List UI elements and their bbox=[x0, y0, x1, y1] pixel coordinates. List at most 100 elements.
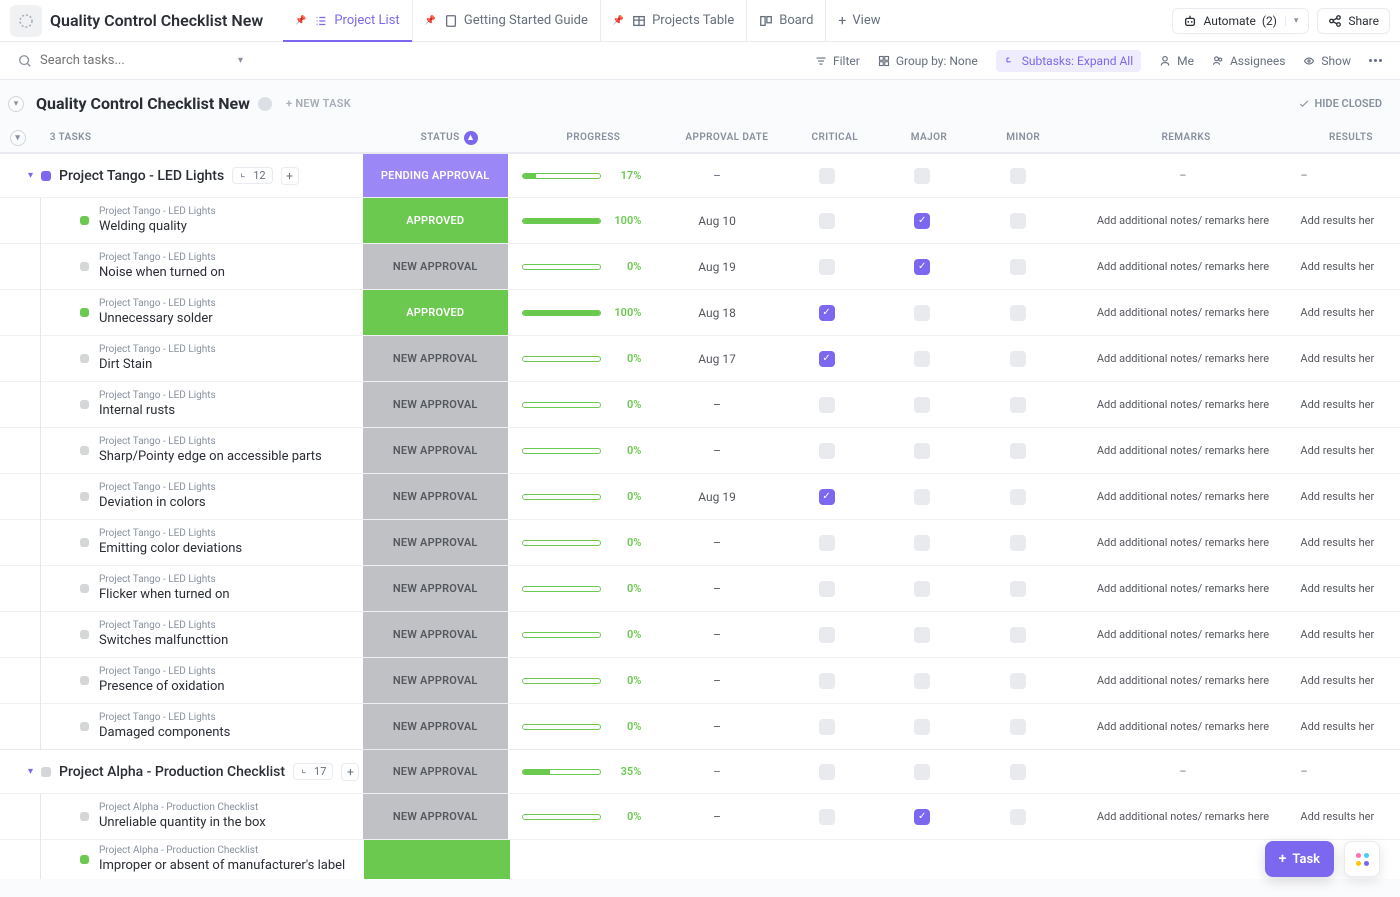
task-row[interactable]: Project Alpha - Production Checklist Imp… bbox=[0, 839, 1400, 879]
task-row[interactable]: Project Tango - LED Lights Emitting colo… bbox=[0, 519, 1400, 565]
column-approval-date[interactable]: APPROVAL DATE bbox=[666, 132, 788, 143]
checkbox[interactable] bbox=[819, 535, 835, 551]
minor-cell[interactable] bbox=[970, 809, 1066, 825]
show-button[interactable]: Show bbox=[1303, 54, 1351, 68]
new-task-fab[interactable]: + Task bbox=[1265, 841, 1334, 877]
results-cell[interactable]: Add results her bbox=[1300, 628, 1400, 641]
progress-cell[interactable]: 100% bbox=[508, 306, 655, 319]
task-row[interactable]: Project Tango - LED Lights Presence of o… bbox=[0, 657, 1400, 703]
column-major[interactable]: MAJOR bbox=[882, 132, 976, 143]
app-logo[interactable] bbox=[10, 5, 42, 37]
results-cell[interactable]: Add results her bbox=[1300, 674, 1400, 687]
search-box[interactable]: ▾ bbox=[18, 53, 797, 68]
subtasks-button[interactable]: Subtasks: Expand All bbox=[996, 50, 1141, 72]
checkbox[interactable] bbox=[914, 168, 930, 184]
date-cell[interactable]: Aug 10 bbox=[655, 214, 778, 228]
tab-getting-started[interactable]: 📌 Getting Started Guide bbox=[413, 0, 601, 41]
minor-cell[interactable] bbox=[970, 489, 1066, 505]
groupby-button[interactable]: Group by: None bbox=[878, 54, 978, 68]
task-row[interactable]: Project Tango - LED Lights Internal rust… bbox=[0, 381, 1400, 427]
status-cell[interactable]: NEW APPROVAL bbox=[363, 566, 508, 611]
tab-project-list[interactable]: 📌 Project List bbox=[283, 0, 413, 41]
minor-cell[interactable] bbox=[970, 397, 1066, 413]
checkbox[interactable] bbox=[1010, 535, 1026, 551]
results-cell[interactable]: – bbox=[1300, 169, 1400, 182]
checkbox[interactable] bbox=[914, 305, 930, 321]
date-cell[interactable]: – bbox=[655, 536, 778, 550]
collapse-caret-icon[interactable]: ▾ bbox=[28, 170, 33, 181]
checkbox[interactable] bbox=[1010, 489, 1026, 505]
checkbox[interactable] bbox=[819, 719, 835, 735]
major-cell[interactable] bbox=[874, 719, 970, 735]
major-cell[interactable] bbox=[874, 627, 970, 643]
minor-cell[interactable] bbox=[970, 305, 1066, 321]
progress-cell[interactable]: 0% bbox=[508, 720, 655, 733]
task-row[interactable]: Project Tango - LED Lights Welding quali… bbox=[0, 197, 1400, 243]
critical-cell[interactable]: ✓ bbox=[779, 305, 875, 321]
critical-cell[interactable] bbox=[779, 809, 875, 825]
status-cell[interactable]: NEW APPROVAL bbox=[363, 612, 508, 657]
checkbox[interactable] bbox=[819, 581, 835, 597]
checkbox[interactable] bbox=[1010, 305, 1026, 321]
progress-cell[interactable]: 0% bbox=[508, 398, 655, 411]
progress-cell[interactable]: 35% bbox=[508, 765, 655, 778]
critical-cell[interactable]: ✓ bbox=[779, 351, 875, 367]
remarks-cell[interactable]: Add additional notes/ remarks here bbox=[1065, 720, 1300, 733]
column-results[interactable]: RESULTS bbox=[1302, 132, 1400, 143]
results-cell[interactable]: Add results her bbox=[1300, 810, 1400, 823]
hide-closed-button[interactable]: HIDE CLOSED bbox=[1298, 97, 1382, 110]
status-cell[interactable]: NEW APPROVAL bbox=[363, 244, 508, 289]
status-cell[interactable]: APPROVED bbox=[363, 290, 508, 335]
status-cell[interactable]: NEW APPROVAL bbox=[363, 474, 508, 519]
info-icon[interactable] bbox=[258, 97, 272, 111]
progress-cell[interactable]: 0% bbox=[508, 352, 655, 365]
critical-cell[interactable] bbox=[779, 443, 875, 459]
column-status[interactable]: STATUS▲ bbox=[377, 131, 520, 145]
date-cell[interactable]: – bbox=[655, 810, 778, 824]
checkbox[interactable] bbox=[914, 581, 930, 597]
progress-cell[interactable]: 0% bbox=[508, 444, 655, 457]
group-row[interactable]: ▾ Project Alpha - Production Checklist 1… bbox=[0, 749, 1400, 793]
critical-cell[interactable] bbox=[779, 719, 875, 735]
remarks-cell[interactable]: Add additional notes/ remarks here bbox=[1065, 810, 1300, 823]
major-cell[interactable] bbox=[874, 351, 970, 367]
major-cell[interactable] bbox=[874, 581, 970, 597]
collapse-caret-icon[interactable]: ▾ bbox=[28, 766, 33, 777]
results-cell[interactable]: Add results her bbox=[1300, 582, 1400, 595]
checkbox[interactable] bbox=[914, 719, 930, 735]
column-remarks[interactable]: REMARKS bbox=[1070, 132, 1302, 143]
checkbox[interactable] bbox=[819, 673, 835, 689]
progress-cell[interactable]: 0% bbox=[508, 582, 655, 595]
remarks-cell[interactable]: Add additional notes/ remarks here bbox=[1065, 352, 1300, 365]
progress-cell[interactable]: 0% bbox=[508, 260, 655, 273]
assignees-button[interactable]: Assignees bbox=[1212, 54, 1285, 68]
remarks-cell[interactable]: Add additional notes/ remarks here bbox=[1065, 260, 1300, 273]
checkbox[interactable] bbox=[1010, 443, 1026, 459]
chevron-down-icon[interactable]: ▾ bbox=[238, 55, 243, 66]
checkbox[interactable]: ✓ bbox=[819, 305, 835, 321]
progress-cell[interactable]: 0% bbox=[508, 490, 655, 503]
critical-cell[interactable] bbox=[779, 673, 875, 689]
critical-cell[interactable] bbox=[779, 168, 875, 184]
subtask-count-pill[interactable]: 17 bbox=[293, 763, 333, 780]
results-cell[interactable]: Add results her bbox=[1300, 352, 1400, 365]
checkbox[interactable]: ✓ bbox=[819, 489, 835, 505]
checkbox[interactable] bbox=[1010, 213, 1026, 229]
date-cell[interactable]: – bbox=[655, 765, 778, 779]
checkbox[interactable] bbox=[819, 213, 835, 229]
major-cell[interactable] bbox=[874, 168, 970, 184]
tab-projects-table[interactable]: 📌 Projects Table bbox=[601, 0, 747, 41]
filter-button[interactable]: Filter bbox=[815, 54, 860, 68]
checkbox[interactable] bbox=[819, 168, 835, 184]
checkbox[interactable] bbox=[1010, 397, 1026, 413]
checkbox[interactable] bbox=[914, 443, 930, 459]
new-task-button[interactable]: + NEW TASK bbox=[286, 97, 351, 110]
column-progress[interactable]: PROGRESS bbox=[521, 132, 666, 143]
task-row[interactable]: Project Tango - LED Lights Dirt Stain NE… bbox=[0, 335, 1400, 381]
results-cell[interactable]: Add results her bbox=[1300, 260, 1400, 273]
major-cell[interactable] bbox=[874, 305, 970, 321]
results-cell[interactable]: Add results her bbox=[1300, 398, 1400, 411]
major-cell[interactable]: ✓ bbox=[874, 259, 970, 275]
remarks-cell[interactable]: Add additional notes/ remarks here bbox=[1065, 306, 1300, 319]
task-row[interactable]: Project Alpha - Production Checklist Unr… bbox=[0, 793, 1400, 839]
